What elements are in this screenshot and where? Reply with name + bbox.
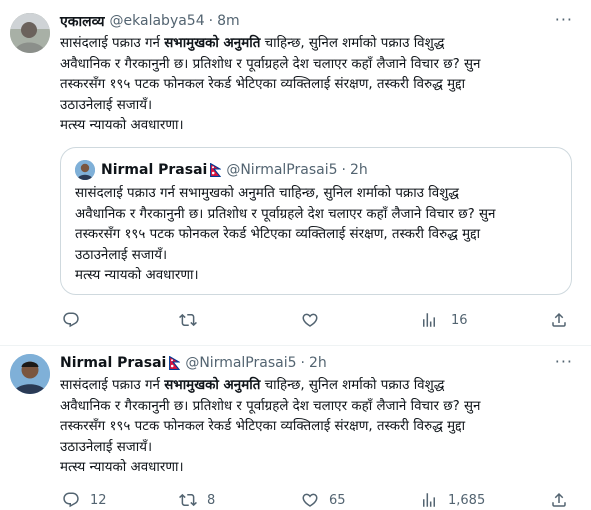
user-handle[interactable]: @ekalabya54 <box>110 13 205 29</box>
user-handle[interactable]: @NirmalPrasai5 <box>185 355 296 371</box>
quoted-line: अवैधानिक र गैरकानुनी छ। प्रतिशोध र पूर्व… <box>75 206 496 222</box>
tweet-line: सासंदलाई पक्राउ गर्न सभामुखको अनुमति चाह… <box>60 36 445 51</box>
tweet-header: एकालव्य @ekalabya54 · 8m <box>60 11 240 31</box>
timestamp[interactable]: 2h <box>309 355 327 371</box>
reply-icon <box>62 491 80 509</box>
tweet-text: सासंदलाई पक्राउ गर्न सभामुखको अनुमति चाह… <box>60 376 580 479</box>
tweet-text: सासंदलाई पक्राउ गर्न सभामुखको अनुमति चाह… <box>60 34 580 137</box>
share-icon <box>550 491 568 509</box>
quoted-user-handle: @NirmalPrasai5 <box>226 162 338 178</box>
quoted-tweet-header: Nirmal Prasai @NirmalPrasai5 · 2h <box>75 160 368 180</box>
views-count: 1,685 <box>448 492 486 508</box>
more-icon[interactable]: ··· <box>555 352 573 371</box>
tweet-line: तस्करसँग १९५ पटक फोनकल रेकर्ड भेटिएका व्… <box>60 419 466 434</box>
like-button[interactable]: 65 <box>301 490 346 510</box>
retweet-icon <box>179 491 197 509</box>
display-name[interactable]: एकालव्य <box>60 12 105 31</box>
views-count: 16 <box>451 312 468 328</box>
reply-button[interactable] <box>62 310 90 330</box>
avatar[interactable] <box>10 354 50 394</box>
tweet-line: सासंदलाई पक्राउ गर्न सभामुखको अनुमति चाह… <box>60 378 445 393</box>
tweet-line: उठाउनेलाई सजायँ। <box>60 439 153 455</box>
like-button[interactable] <box>301 310 329 330</box>
views-icon <box>420 311 438 329</box>
like-count: 65 <box>329 492 346 508</box>
tweet-header: Nirmal Prasai @NirmalPrasai5 · 2h <box>60 353 327 373</box>
share-icon <box>550 311 568 329</box>
quoted-line: मत्स्य न्यायको अवधारणा। <box>75 268 199 283</box>
quoted-timestamp: 2h <box>349 162 368 178</box>
reply-count: 12 <box>90 492 107 508</box>
heart-icon <box>301 491 319 509</box>
retweet-button[interactable] <box>179 310 207 330</box>
views-button[interactable]: 16 <box>420 310 468 330</box>
separator: · <box>341 162 346 178</box>
quoted-line: उठाउनेलाई सजायँ। <box>75 247 168 263</box>
separator: · <box>208 13 214 29</box>
reply-icon <box>62 311 80 329</box>
tweet-line: उठाउनेलाई सजायँ। <box>60 97 153 113</box>
share-button[interactable] <box>550 490 568 510</box>
nepal-flag-icon <box>169 356 180 370</box>
bold-phrase: सभामुखको अनुमति <box>164 378 261 393</box>
tweet-line: अवैधानिक र गैरकानुनी छ। प्रतिशोध र पूर्व… <box>60 56 481 72</box>
share-button[interactable] <box>550 310 568 330</box>
tweet-ekalabya[interactable]: एकालव्य @ekalabya54 · 8m ··· सासंदलाई पक… <box>0 0 591 345</box>
quoted-line: सासंदलाई पक्राउ गर्न सभामुखको अनुमति चाह… <box>75 186 459 201</box>
quoted-avatar <box>75 160 95 180</box>
timestamp[interactable]: 8m <box>217 13 240 29</box>
tweet-line: मत्स्य न्यायको अवधारणा। <box>60 118 184 133</box>
reply-button[interactable]: 12 <box>62 490 107 510</box>
tweet-nirmal-prasai[interactable]: Nirmal Prasai @NirmalPrasai5 · 2h ··· सा… <box>0 345 591 508</box>
tweet-actions: 16 <box>60 310 580 330</box>
quoted-tweet-text: सासंदलाई पक्राउ गर्न सभामुखको अनुमति चाह… <box>75 184 565 287</box>
nepal-flag-icon <box>210 163 221 177</box>
heart-icon <box>301 311 319 329</box>
bold-phrase: सभामुखको अनुमति <box>164 36 261 51</box>
avatar[interactable] <box>10 13 50 53</box>
avatar-image <box>10 13 50 53</box>
tweet-line: अवैधानिक र गैरकानुनी छ। प्रतिशोध र पूर्व… <box>60 398 481 414</box>
quoted-tweet[interactable]: Nirmal Prasai @NirmalPrasai5 · 2h सासंदल… <box>60 147 572 295</box>
retweet-count: 8 <box>207 492 216 508</box>
quoted-line: तस्करसँग १९५ पटक फोनकल रेकर्ड भेटिएका व्… <box>75 227 481 242</box>
display-name[interactable]: Nirmal Prasai <box>60 355 166 371</box>
separator: · <box>300 355 305 371</box>
retweet-icon <box>179 311 197 329</box>
avatar-image <box>10 354 50 394</box>
views-icon <box>420 491 438 509</box>
tweet-line: तस्करसँग १९५ पटक फोनकल रेकर्ड भेटिएका व्… <box>60 77 466 92</box>
retweet-button[interactable]: 8 <box>179 490 215 510</box>
tweet-actions: 12 8 65 1,685 <box>60 490 580 510</box>
views-button[interactable]: 1,685 <box>420 490 485 510</box>
more-icon[interactable]: ··· <box>555 10 573 29</box>
quoted-display-name: Nirmal Prasai <box>101 162 208 178</box>
tweet-line: मत्स्य न्यायको अवधारणा। <box>60 460 184 475</box>
